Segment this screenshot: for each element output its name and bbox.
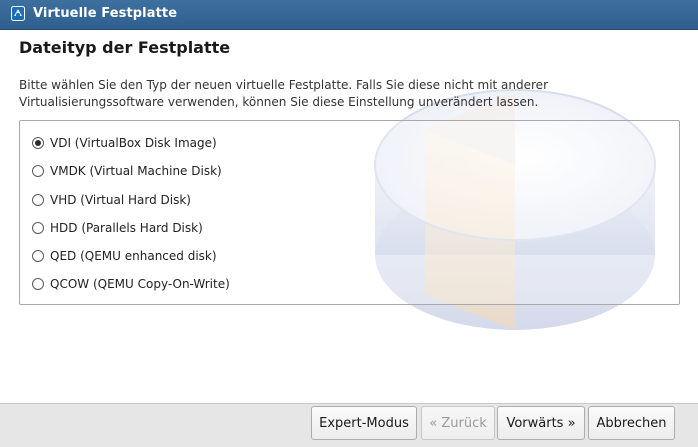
radio-button[interactable] <box>32 165 44 177</box>
option-vdi[interactable]: VDI (VirtualBox Disk Image) <box>32 133 217 153</box>
option-hdd[interactable]: HDD (Parallels Hard Disk) <box>32 218 203 238</box>
radio-button[interactable] <box>32 137 44 149</box>
radio-button[interactable] <box>32 250 44 262</box>
option-vhd[interactable]: VHD (Virtual Hard Disk) <box>32 190 191 210</box>
window-titlebar: Virtuelle Festplatte <box>0 0 698 30</box>
option-label: VMDK (Virtual Machine Disk) <box>50 164 222 178</box>
radio-button[interactable] <box>32 222 44 234</box>
expert-mode-button[interactable]: Expert-Modus <box>311 406 417 440</box>
page-title: Dateityp der Festplatte <box>19 38 231 57</box>
cancel-button[interactable]: Abbrechen <box>588 406 675 440</box>
option-label: VDI (VirtualBox Disk Image) <box>50 136 217 150</box>
disk-type-group: VDI (VirtualBox Disk Image) VMDK (Virtua… <box>19 120 680 305</box>
option-label: VHD (Virtual Hard Disk) <box>50 193 191 207</box>
option-vmdk[interactable]: VMDK (Virtual Machine Disk) <box>32 161 222 181</box>
option-qcow[interactable]: QCOW (QEMU Copy-On-Write) <box>32 274 230 294</box>
option-label: HDD (Parallels Hard Disk) <box>50 221 203 235</box>
window-title: Virtuelle Festplatte <box>33 6 178 21</box>
back-button[interactable]: « Zurück <box>421 406 495 440</box>
radio-button[interactable] <box>32 278 44 290</box>
page-description: Bitte wählen Sie den Typ der neuen virtu… <box>19 78 549 109</box>
option-label: QED (QEMU enhanced disk) <box>50 249 217 263</box>
radio-button[interactable] <box>32 194 44 206</box>
option-label: QCOW (QEMU Copy-On-Write) <box>50 277 230 291</box>
next-button[interactable]: Vorwärts » <box>497 406 585 440</box>
virtualbox-app-icon <box>11 6 25 21</box>
option-qed[interactable]: QED (QEMU enhanced disk) <box>32 246 217 266</box>
